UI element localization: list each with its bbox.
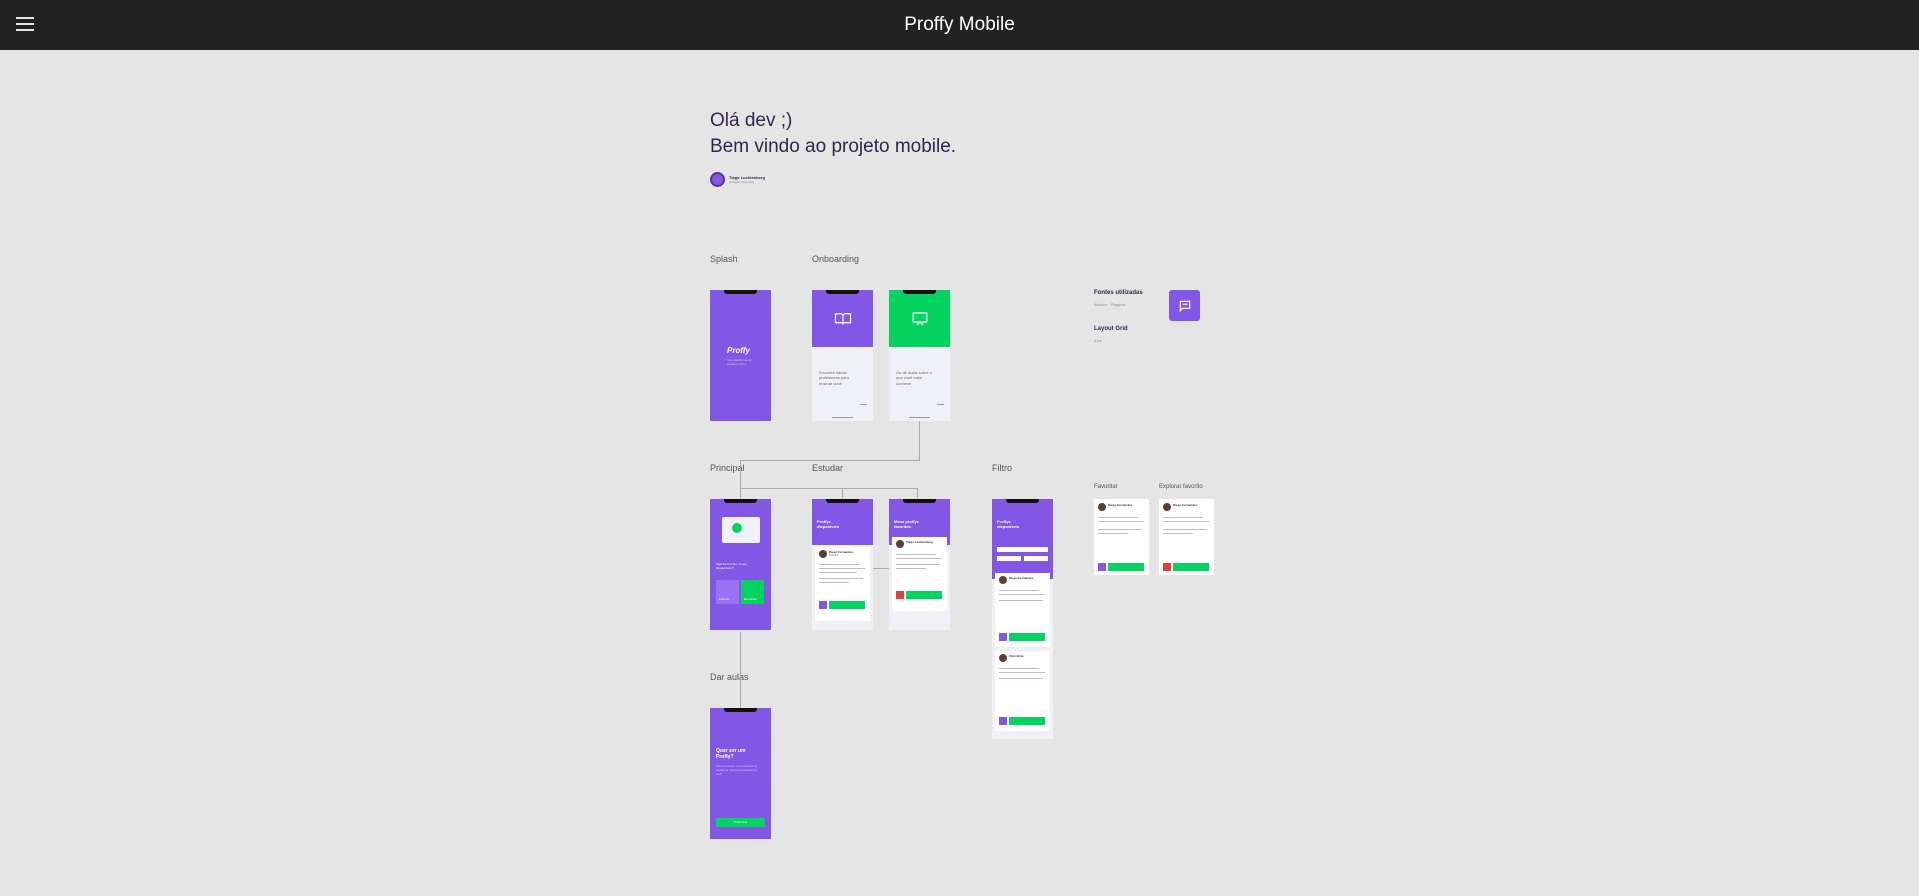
screen-estudar[interactable]: Proffys disponíveis Diego Fernandes Quím…: [812, 499, 873, 630]
onboarding-2-text: Ou dê aulas sobre o que você mais conhec…: [896, 370, 933, 386]
connector-line: [842, 488, 843, 498]
screen-favoritos[interactable]: Meus proffys favoritos Tiago Luchtenberg: [889, 499, 950, 630]
connector-line: [740, 460, 741, 498]
teacher-card[interactable]: Diego Fernandes Química: [815, 547, 870, 621]
app-title: Proffy Mobile: [904, 14, 1015, 35]
principal-text: Seja bem-vindo. O que deseja fazer?: [716, 562, 747, 571]
filter-select-subject[interactable]: [997, 547, 1048, 552]
estudar-title: Proffys disponíveis: [817, 519, 840, 529]
connector-line: [740, 488, 918, 489]
layout-grid-title: Layout Grid: [1094, 326, 1128, 332]
favoritos-title: Meus proffys favoritos: [894, 519, 919, 529]
section-label-onboarding: Onboarding: [812, 254, 860, 264]
screen-principal[interactable]: Seja bem-vindo. O que deseja fazer? Estu…: [710, 499, 771, 630]
author-avatar: [710, 172, 725, 187]
onboarding-1-text: Encontre vários professores para ensinar…: [819, 370, 850, 386]
splash-logo: Proffy: [727, 346, 750, 355]
explorar-favorito-card[interactable]: Diego Fernandes: [1159, 499, 1214, 575]
layout-grid-value: 4 px: [1094, 338, 1102, 343]
teacher-card[interactable]: Vitor Brito: [995, 651, 1050, 731]
filter-select-day[interactable]: [997, 556, 1021, 561]
screen-onboarding-1[interactable]: Encontre vários professores para ensinar…: [812, 290, 873, 421]
connector-line: [740, 460, 920, 461]
filtro-title: Proffys disponíveis: [997, 519, 1020, 529]
principal-estudar-button[interactable]: Estudar: [716, 580, 739, 604]
screen-onboarding-2[interactable]: Ou dê aulas sobre o que você mais conhec…: [889, 290, 950, 421]
favoritar-card[interactable]: Diego Fernandes: [1094, 499, 1149, 575]
teacher-card[interactable]: Diego Fernandes: [995, 573, 1050, 647]
filter-select-time[interactable]: [1024, 556, 1048, 561]
screen-filtro[interactable]: Proffys disponíveis Diego Fernandes Vito…: [992, 499, 1053, 739]
fonts-list: Archivo · Poppins: [1094, 302, 1126, 307]
connector-line: [873, 568, 889, 569]
book-icon: [834, 312, 851, 324]
design-canvas[interactable]: Olá dev ;) Bem vindo ao projeto mobile. …: [0, 50, 1919, 896]
principal-dar-aulas-button[interactable]: Dar aulas: [741, 580, 764, 604]
author-handle: @tiagoluchtenberg: [729, 180, 755, 184]
dar-aulas-button[interactable]: Tudo bem: [716, 818, 765, 827]
heart-icon[interactable]: [1098, 563, 1106, 571]
splash-tagline: Sua plataforma de estudos online.: [727, 358, 752, 367]
connector-line: [917, 488, 918, 498]
author-block: Tiago Luchtenberg @tiagoluchtenberg: [710, 172, 765, 187]
connector-line: [919, 420, 920, 460]
section-label-estudar: Estudar: [812, 463, 844, 473]
screen-splash[interactable]: Proffy Sua plataforma de estudos online.: [710, 290, 771, 421]
section-label-splash: Splash: [710, 254, 738, 264]
screen-dar-aulas[interactable]: Quer ser um Proffy? Para começar, você p…: [710, 708, 771, 839]
teacher-card[interactable]: Tiago Luchtenberg: [892, 537, 947, 611]
greeting-line-1: Olá dev ;): [710, 110, 793, 131]
section-label-favoritar: Favoritar: [1094, 484, 1118, 490]
presentation-icon: [912, 311, 927, 325]
contact-button[interactable]: [1108, 563, 1144, 571]
dar-aulas-title: Quer ser um Proffy?: [716, 748, 746, 760]
unfavorite-icon[interactable]: [1163, 563, 1171, 571]
section-label-explorar-favorito: Explorar favorito: [1159, 484, 1203, 490]
section-label-dar-aulas: Dar aulas: [710, 672, 749, 682]
contact-button[interactable]: [1173, 563, 1209, 571]
app-icon-tile[interactable]: [1169, 290, 1200, 321]
dar-aulas-text: Para começar, você precisa se cadastrar …: [716, 764, 758, 777]
greeting-line-2: Bem vindo ao projeto mobile.: [710, 136, 957, 157]
fonts-title: Fontes utilizadas: [1094, 290, 1143, 296]
top-bar: Proffy Mobile: [0, 0, 1919, 50]
chat-icon: [1179, 300, 1190, 312]
illustration-accent: [732, 523, 742, 533]
section-label-filtro: Filtro: [992, 463, 1012, 473]
